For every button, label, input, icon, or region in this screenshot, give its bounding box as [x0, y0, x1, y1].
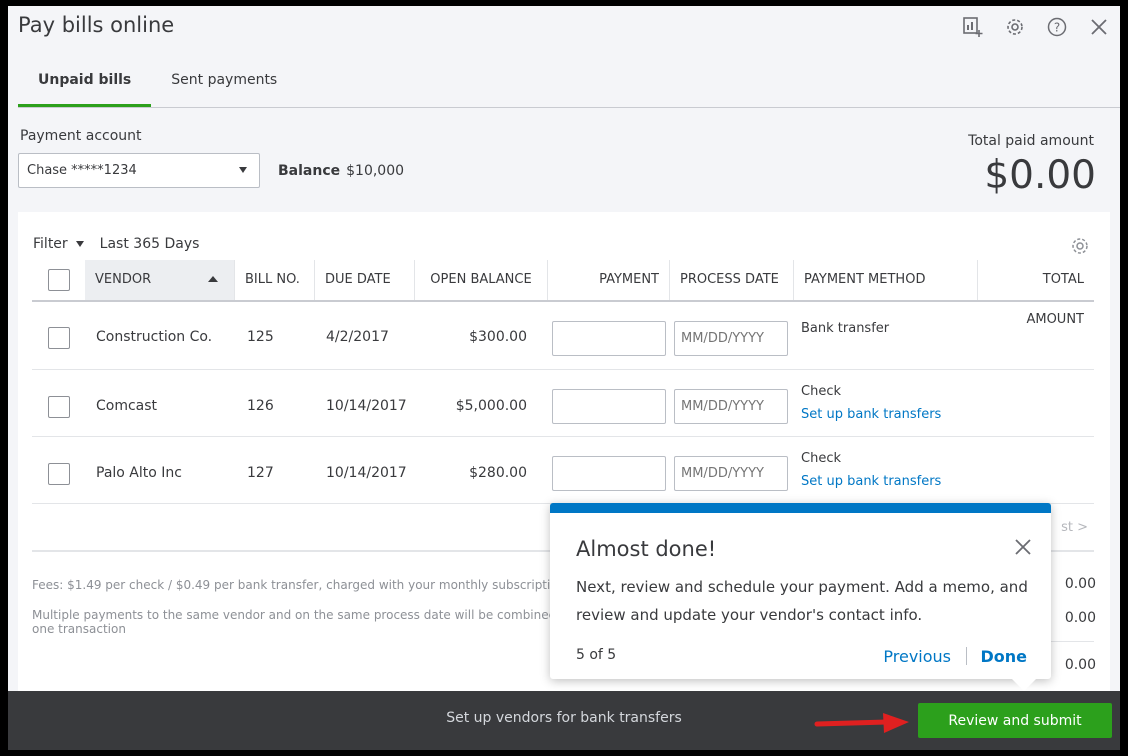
due-date: 10/14/2017	[326, 398, 407, 414]
process-date-input[interactable]	[674, 456, 788, 491]
bill-number: 125	[247, 329, 274, 345]
fees-note: Fees: $1.49 per check / $0.49 per bank t…	[32, 578, 557, 592]
balance-value: $10,000	[346, 163, 405, 179]
column-header-payment: PAYMENT	[548, 260, 670, 300]
payment-method: Check	[801, 451, 841, 466]
tab-unpaid-bills[interactable]: Unpaid bills	[18, 66, 152, 108]
pagination-next[interactable]: st >	[1061, 520, 1088, 535]
sort-ascending-icon	[208, 276, 218, 282]
summary-value: 0.00	[1064, 576, 1096, 592]
vendor-name: Construction Co.	[96, 329, 213, 345]
combined-payments-note: Multiple payments to the same vendor and…	[32, 608, 555, 636]
table-row: Comcast 126 10/14/2017 $5,000.00 Check S…	[32, 370, 1094, 437]
column-header-total-amount: TOTAL AMOUNT	[1026, 272, 1084, 327]
column-header-payment-method: PAYMENT METHOD	[794, 260, 978, 300]
process-date-input[interactable]	[674, 389, 788, 424]
account-balance: Balance $10,000	[278, 163, 404, 179]
select-all-checkbox[interactable]	[48, 269, 70, 291]
summary-value: 0.00	[1064, 657, 1096, 673]
svg-text:?: ?	[1054, 21, 1060, 35]
vendor-name: Comcast	[96, 398, 158, 414]
payment-account-value: Chase *****1234	[27, 163, 137, 178]
pay-bills-window: Pay bills online ? Unpaid bills Sent pay…	[8, 6, 1120, 750]
filter-control[interactable]: Filter Last 365 Days	[33, 236, 199, 252]
column-header-vendor[interactable]: VENDOR	[85, 260, 235, 300]
balance-label: Balance	[278, 163, 341, 179]
report-add-icon[interactable]	[962, 16, 984, 38]
close-icon[interactable]	[1013, 537, 1037, 561]
payment-account-label: Payment account	[20, 128, 142, 144]
bill-number: 127	[247, 465, 274, 481]
popover-title: Almost done!	[576, 537, 717, 561]
open-balance: $280.00	[469, 465, 527, 481]
tab-sent-payments[interactable]: Sent payments	[151, 66, 297, 108]
payment-account-select[interactable]: Chase *****1234	[18, 153, 260, 188]
popover-body: Next, review and schedule your payment. …	[576, 578, 1028, 624]
filter-range: Last 365 Days	[99, 236, 200, 252]
gear-icon[interactable]	[1004, 16, 1026, 38]
column-header-due-date: DUE DATE	[315, 260, 415, 300]
footer-bar: Set up vendors for bank transfers Review…	[8, 691, 1120, 750]
open-balance: $300.00	[469, 329, 527, 345]
payment-input[interactable]	[552, 389, 666, 424]
due-date: 4/2/2017	[326, 329, 389, 345]
payment-input[interactable]	[552, 321, 666, 356]
filter-caret-icon	[75, 241, 84, 247]
open-balance: $5,000.00	[455, 398, 527, 414]
column-header-bill-no: BILL NO.	[235, 260, 315, 300]
table-row: Palo Alto Inc 127 10/14/2017 $280.00 Che…	[32, 437, 1094, 504]
review-and-submit-button[interactable]: Review and submit	[918, 703, 1112, 738]
setup-bank-transfers-link[interactable]: Set up bank transfers	[801, 407, 941, 422]
tab-bar: Unpaid bills Sent payments	[18, 66, 297, 108]
guided-tour-popover: Almost done! Next, review and schedule y…	[550, 503, 1051, 691]
popover-previous-button[interactable]: Previous	[883, 647, 951, 666]
combined-payments-note-line1: Multiple payments to the same vendor and…	[32, 608, 556, 622]
table-settings-gear-icon[interactable]	[1070, 236, 1092, 258]
tab-divider	[18, 107, 1120, 108]
setup-bank-transfers-link[interactable]: Set up bank transfers	[801, 474, 941, 489]
process-date-input[interactable]	[674, 321, 788, 356]
close-icon[interactable]	[1088, 16, 1110, 38]
popover-button-divider	[966, 647, 967, 665]
combined-payments-note-line2: one transaction	[32, 622, 126, 636]
page-title: Pay bills online	[18, 13, 175, 37]
row-checkbox[interactable]	[48, 463, 70, 485]
row-checkbox[interactable]	[48, 327, 70, 349]
table-row: Construction Co. 125 4/2/2017 $300.00 Ba…	[32, 303, 1094, 370]
red-arrow-icon	[814, 713, 909, 733]
column-header-label: VENDOR	[95, 272, 152, 287]
row-checkbox[interactable]	[48, 396, 70, 418]
chevron-down-icon	[239, 167, 247, 173]
total-paid-label: Total paid amount	[968, 133, 1094, 149]
vendor-name: Palo Alto Inc	[96, 465, 182, 481]
summary-value: 0.00	[1064, 610, 1096, 626]
popover-step-counter: 5 of 5	[576, 647, 617, 663]
payment-input[interactable]	[552, 456, 666, 491]
column-header-open-balance: OPEN BALANCE	[415, 260, 548, 300]
help-icon[interactable]: ?	[1046, 16, 1068, 38]
due-date: 10/14/2017	[326, 465, 407, 481]
popover-done-button[interactable]: Done	[980, 647, 1027, 666]
table-header: VENDOR BILL NO. DUE DATE OPEN BALANCE PA…	[32, 260, 1094, 327]
header: Pay bills online ? Unpaid bills Sent pay…	[8, 6, 1120, 108]
header-icons: ?	[962, 16, 1110, 38]
payment-method: Check	[801, 384, 841, 399]
filter-label: Filter	[33, 236, 68, 252]
total-paid-amount: $0.00	[984, 153, 1096, 198]
column-header-process-date: PROCESS DATE	[670, 260, 794, 300]
bill-number: 126	[247, 398, 274, 414]
payment-method: Bank transfer	[801, 321, 890, 336]
